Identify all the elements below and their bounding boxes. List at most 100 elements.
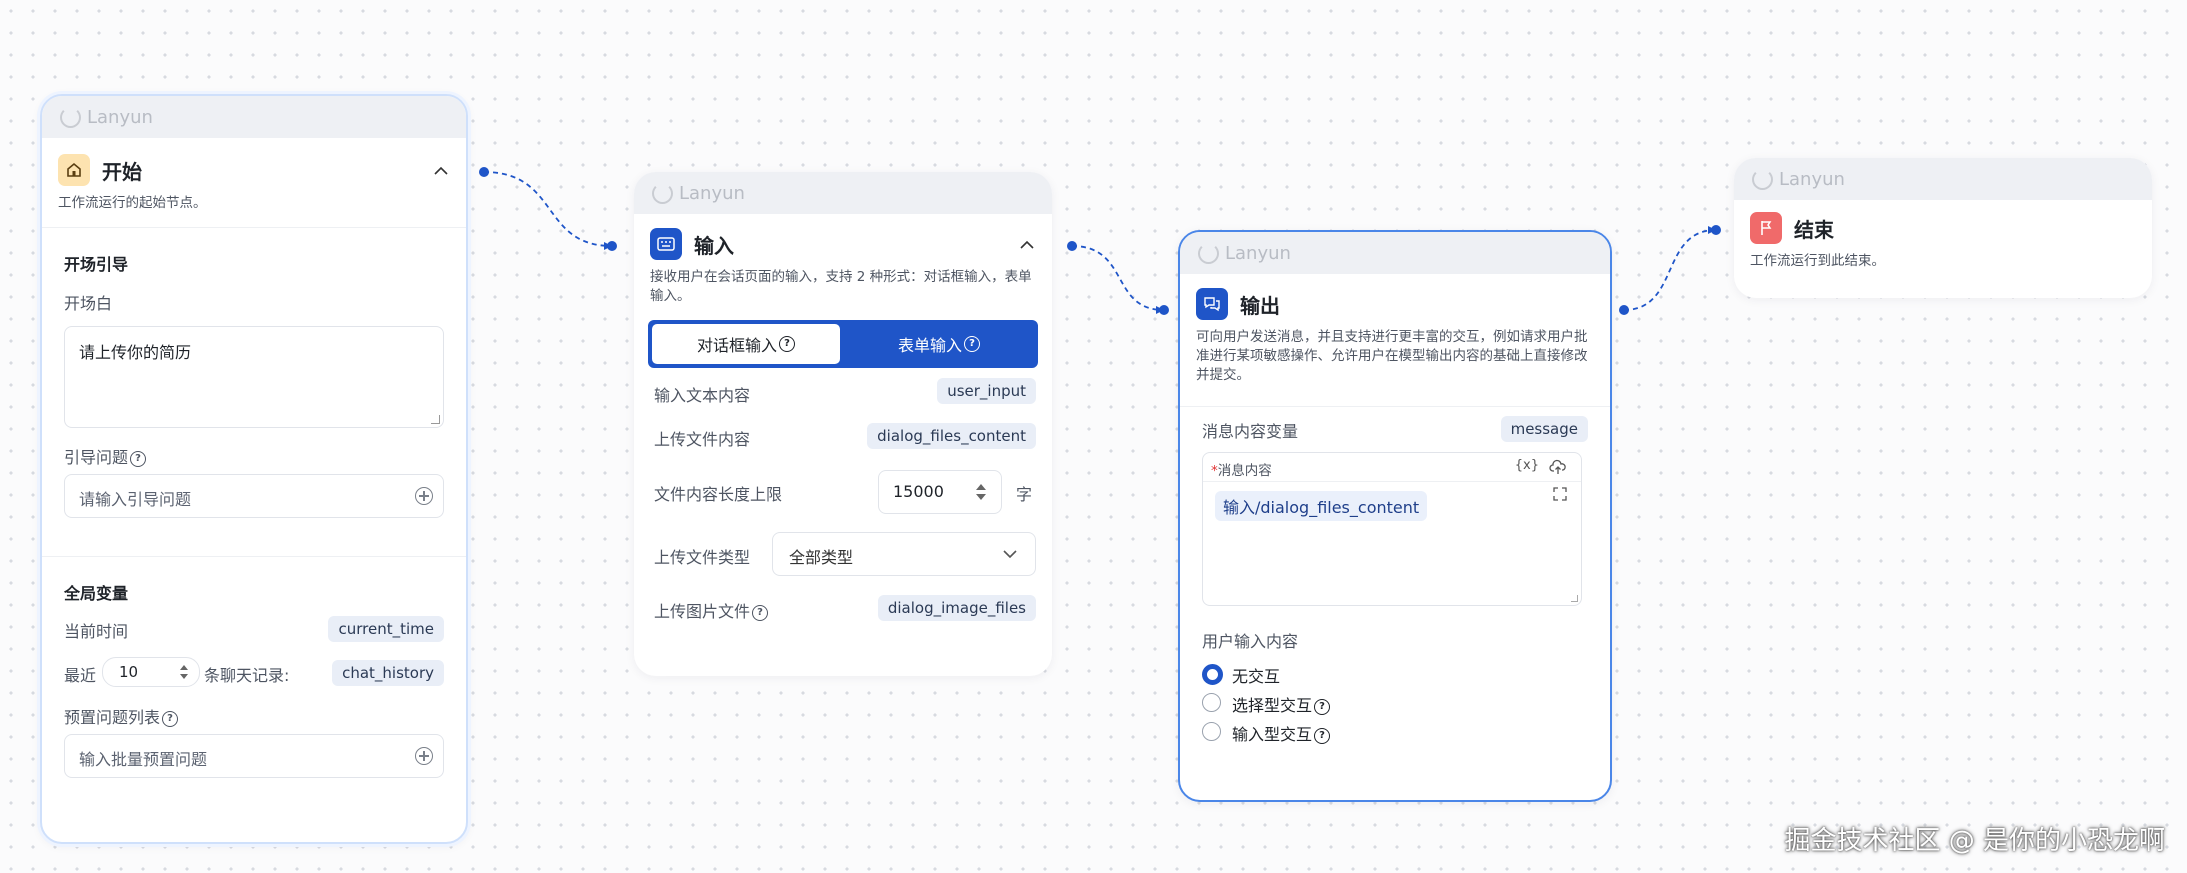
edge-input-to-output <box>1071 245 1165 311</box>
opening-section-title: 开场引导 <box>64 255 129 274</box>
option-input-interaction[interactable]: 输入型交互? <box>1232 721 1331 745</box>
output-node-header: 输出 <box>1180 274 1610 320</box>
flag-icon <box>1750 212 1782 244</box>
loading-icon <box>652 182 673 204</box>
start-node-desc: 工作流运行的起始节点。 <box>58 195 207 211</box>
add-circle-icon[interactable] <box>415 747 433 765</box>
output-node-desc: 可向用户发送消息，并且支持进行更丰富的交互，例如请求用户批准进行某项敏感操作、允… <box>1196 329 1588 383</box>
help-icon[interactable]: ? <box>752 604 769 621</box>
stepper-arrows-icon[interactable] <box>975 480 987 504</box>
file-type-value: 全部类型 <box>789 548 854 567</box>
radio-input-interaction[interactable] <box>1202 722 1221 741</box>
stepper-arrows-icon[interactable] <box>179 662 189 682</box>
start-node-brand-strip: Lanyun <box>42 96 466 138</box>
output-input-port[interactable] <box>1159 305 1169 315</box>
end-input-port[interactable] <box>1711 225 1721 235</box>
keyboard-icon <box>650 228 682 260</box>
image-label-text: 上传图片文件 <box>654 602 751 621</box>
preset-input[interactable]: 输入批量预置问题 <box>64 734 444 778</box>
tab-dialog-input[interactable]: 对话框输入? <box>652 324 840 364</box>
start-node-title: 开始 <box>102 159 142 184</box>
file-content-var: dialog_files_content <box>867 423 1036 449</box>
help-icon[interactable]: ? <box>130 450 147 467</box>
help-icon[interactable]: ? <box>162 710 179 727</box>
opening-label: 开场白 <box>64 294 113 313</box>
message-editor[interactable]: *消息内容 {x} 输入/dialog_files_content <box>1202 452 1582 606</box>
chevron-up-icon[interactable] <box>432 161 450 179</box>
limit-label: 文件内容长度上限 <box>654 485 783 504</box>
start-output-port[interactable] <box>479 167 489 177</box>
image-files-var: dialog_image_files <box>877 595 1036 621</box>
help-icon[interactable]: ? <box>1314 698 1331 715</box>
radio-no-interaction[interactable] <box>1202 664 1223 685</box>
guide-label-text: 引导问题 <box>64 448 129 467</box>
upload-cloud-icon[interactable] <box>1549 459 1567 475</box>
help-icon[interactable]: ? <box>1314 727 1331 744</box>
text-label: 输入文本内容 <box>654 386 751 405</box>
input-input-port[interactable] <box>607 241 617 251</box>
input-node-header: 输入 <box>634 214 1052 260</box>
variable-insert-button[interactable]: {x} <box>1515 458 1539 473</box>
preset-placeholder: 输入批量预置问题 <box>79 750 208 769</box>
output-output-port[interactable] <box>1619 305 1629 315</box>
guide-input[interactable]: 请输入引导问题 <box>64 474 444 518</box>
input-node-desc: 接收用户在会话页面的输入，支持 2 种形式：对话框输入，表单输入。 <box>650 269 1032 304</box>
tab-form-input[interactable]: 表单输入? <box>844 324 1034 364</box>
end-node[interactable]: Lanyun 结束 工作流运行到此结束。 <box>1734 158 2152 298</box>
tab-dialog-label: 对话框输入 <box>696 336 777 355</box>
watermark: 掘金技术社区 @ 是你的小恐龙啊 <box>1784 826 2165 856</box>
msg-var-label: 消息内容变量 <box>1202 422 1299 441</box>
tab-form-label: 表单输入 <box>897 336 962 355</box>
chevron-down-icon[interactable] <box>1003 550 1017 559</box>
output-node[interactable]: Lanyun 输出 可向用户发送消息，并且支持进行更丰富的交互，例如请求用户批准… <box>1178 230 1612 802</box>
help-icon[interactable]: ? <box>964 336 980 352</box>
chat-history-var: chat_history <box>332 660 444 686</box>
message-var: message <box>1500 416 1588 442</box>
home-icon <box>58 154 90 186</box>
input-mode-tabs: 对话框输入? 表单输入? <box>648 320 1038 368</box>
input-node-title: 输入 <box>694 233 734 258</box>
resize-handle-icon[interactable] <box>1571 595 1578 602</box>
brand-label: Lanyun <box>1779 168 1845 190</box>
option-input-label: 输入型交互 <box>1232 725 1313 744</box>
recent-suffix: 条聊天记录: <box>204 666 290 685</box>
output-node-title: 输出 <box>1240 293 1280 318</box>
output-node-brand-strip: Lanyun <box>1180 232 1610 274</box>
current-time-label: 当前时间 <box>64 622 129 641</box>
recent-prefix: 最近 <box>64 666 97 685</box>
add-circle-icon[interactable] <box>415 487 433 505</box>
option-no-interaction[interactable]: 无交互 <box>1232 663 1280 687</box>
loading-icon <box>60 106 81 128</box>
option-select-label: 选择型交互 <box>1232 696 1313 715</box>
type-label: 上传文件类型 <box>654 548 751 567</box>
start-node[interactable]: Lanyun 开始 工作流运行的起始节点。 开场引导 开场白 请上传你的简历 引… <box>40 94 468 844</box>
resize-handle-icon[interactable] <box>431 415 440 424</box>
limit-unit: 字 <box>1016 485 1033 504</box>
msg-content-label-text: 消息内容 <box>1217 463 1272 479</box>
brand-label: Lanyun <box>679 182 745 204</box>
option-select-interaction[interactable]: 选择型交互? <box>1232 692 1331 716</box>
radio-select-interaction[interactable] <box>1202 693 1221 712</box>
loading-icon <box>1752 168 1773 190</box>
variable-chip[interactable]: 输入/dialog_files_content <box>1215 491 1428 521</box>
opening-textarea[interactable]: 请上传你的简历 <box>64 326 444 428</box>
chevron-up-icon[interactable] <box>1018 235 1036 253</box>
input-output-port[interactable] <box>1067 241 1077 251</box>
recent-count-value: 10 <box>119 663 139 681</box>
brand-label: Lanyun <box>1225 242 1291 264</box>
input-node-brand-strip: Lanyun <box>634 172 1052 214</box>
recent-count-stepper[interactable]: 10 <box>102 657 200 687</box>
preset-label: 预置问题列表? <box>64 704 179 728</box>
globals-section-title: 全局变量 <box>64 584 129 603</box>
chat-bubble-icon <box>1196 288 1228 320</box>
expand-icon[interactable] <box>1553 487 1567 501</box>
input-node[interactable]: Lanyun 输入 接收用户在会话页面的输入，支持 2 种形式：对话框输入，表单… <box>634 172 1052 676</box>
message-editor-label: *消息内容 <box>1211 463 1272 479</box>
end-node-title: 结束 <box>1794 217 1834 242</box>
edge-start-to-input <box>483 171 613 247</box>
end-node-header: 结束 <box>1734 200 2152 244</box>
help-icon[interactable]: ? <box>779 336 795 352</box>
file-type-select[interactable]: 全部类型 <box>772 532 1036 576</box>
opening-text: 请上传你的简历 <box>79 343 192 362</box>
limit-stepper[interactable]: 15000 <box>878 470 1002 514</box>
